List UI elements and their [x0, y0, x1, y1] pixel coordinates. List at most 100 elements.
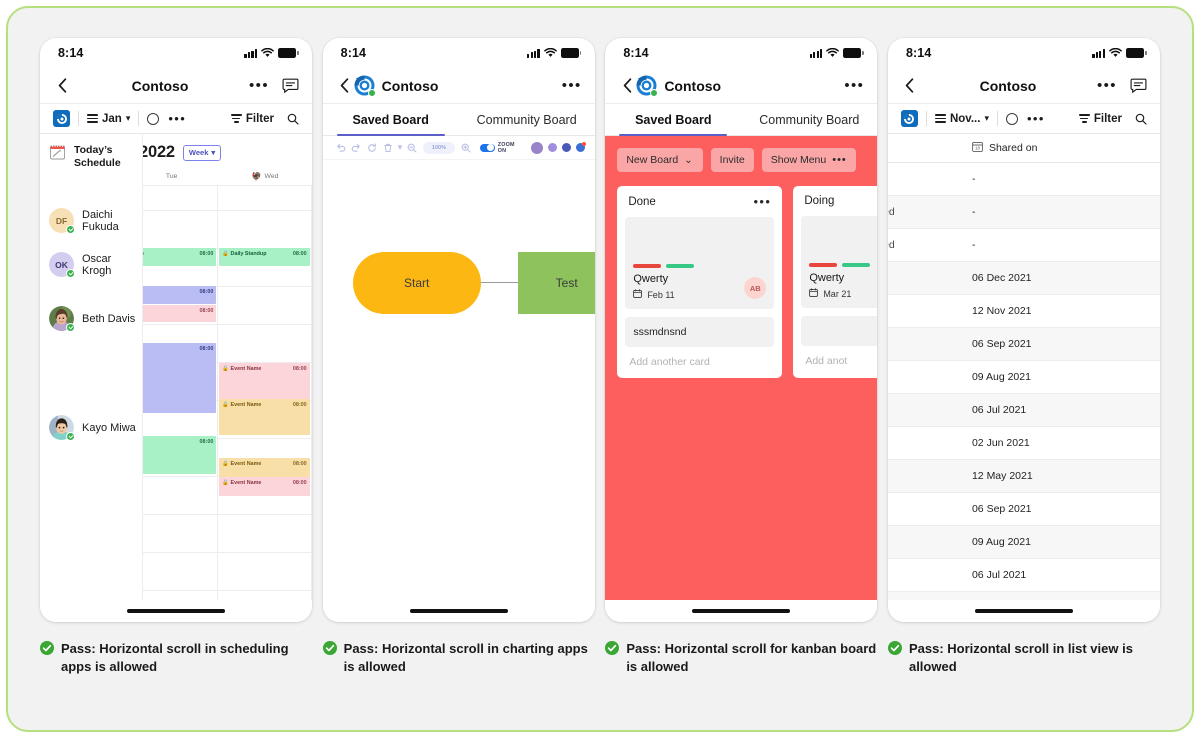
cell-status: Completed [888, 569, 972, 581]
search-icon[interactable] [1135, 113, 1147, 125]
calendar-event[interactable]: 🔒e 08:00 [143, 286, 217, 304]
tab-saved-board[interactable]: Saved Board [323, 104, 459, 136]
event-time: 08:00 [199, 345, 214, 352]
delete-icon[interactable] [380, 143, 396, 153]
calendar-event[interactable]: 🔒e 08:00 [143, 305, 217, 322]
table-row[interactable]: Completed 12 Nov 2021 [887, 295, 1160, 328]
invite-button[interactable]: Invite [710, 148, 754, 172]
calendar-event[interactable]: 🔒up 08:00 [143, 248, 217, 266]
table-row[interactable]: Completed 06 Sep 2021 [887, 328, 1160, 361]
kanban-columns[interactable]: Done ••• Qwerty Feb 11 AB sssmdnsnd Add … [605, 186, 878, 378]
list-item[interactable]: OK Oscar Krogh [40, 252, 142, 278]
cell-shared-on: - [971, 239, 976, 251]
table-row[interactable]: Completed 09 Aug 2021 [887, 526, 1160, 559]
filter-button[interactable]: Filter [1078, 113, 1122, 125]
list-view-body[interactable]: Status 18Shared on - To be shared - To b… [887, 134, 1160, 600]
event-title-group: 🔒 Daily Standup [222, 251, 266, 258]
view-menu-button[interactable]: Nov... ▾ [934, 113, 989, 125]
diagram-node-test[interactable]: Test [517, 252, 595, 314]
tab-saved-board[interactable]: Saved Board [605, 104, 741, 136]
kanban-note-card[interactable] [801, 316, 878, 346]
chevron-down-icon[interactable]: ▾ [396, 142, 404, 153]
kanban-column: Done ••• Qwerty Feb 11 AB sssmdnsnd Add … [617, 186, 783, 378]
zoom-level[interactable]: 100% [422, 141, 455, 154]
kanban-card[interactable]: Qwerty Mar 21 [801, 216, 878, 308]
list-item[interactable]: DF Daichi Fukuda [40, 208, 142, 234]
collaborator-avatar[interactable] [561, 143, 571, 152]
calendar-event[interactable]: 🔒 Daily Standup 08:00 [219, 248, 310, 266]
view-selector[interactable]: Week ▾ [182, 144, 222, 161]
phone-mockup-charting: 8:14 Contoso ••• Saved Board Community Bo… [322, 38, 595, 622]
add-another-card-button[interactable]: Add another card [625, 347, 774, 378]
chat-icon[interactable] [282, 78, 299, 94]
show-menu-button[interactable]: Show Menu ••• [761, 148, 856, 172]
more-options-button[interactable]: ••• [1097, 78, 1117, 93]
more-options-button[interactable]: ••• [844, 78, 864, 93]
teams-app-icon[interactable] [900, 110, 918, 127]
table-row[interactable]: Completed 02 Jun 2021 [887, 592, 1160, 600]
kanban-note-card[interactable]: sssmdnsnd [625, 317, 775, 347]
list-item[interactable]: Beth Davis [40, 306, 135, 332]
status-circle-icon[interactable] [1005, 112, 1018, 125]
back-button[interactable] [618, 78, 636, 93]
diagram-node-start[interactable]: Start [352, 252, 481, 314]
refresh-icon[interactable] [364, 142, 380, 153]
calendar-event[interactable]: 🔒e 08:00 [143, 436, 217, 474]
column-header-shared-on[interactable]: 18 Shared on [972, 141, 1112, 155]
calendar-event[interactable]: 🔒 Event Name 08:00 [219, 458, 310, 477]
status-circle-icon[interactable] [147, 112, 160, 125]
tab-community-board[interactable]: Community Board [741, 104, 877, 135]
diagram-canvas[interactable]: Start Test [322, 160, 595, 600]
status-bar: 8:14 [605, 38, 877, 68]
calendar-event[interactable]: 🔒 Event Name 08:00 [219, 363, 310, 399]
collaborator-avatar[interactable] [547, 143, 557, 152]
zoom-in-icon[interactable] [458, 143, 474, 153]
calendar-grid[interactable]: 2022 Week▾ Tue🦃Wed🍔Thur 🔒up 08:00 🔒e 08:… [143, 134, 312, 600]
status-bar-indicators [809, 48, 864, 58]
table-row[interactable]: - [887, 163, 1160, 196]
table-row[interactable]: Completed 02 Jun 2021 [887, 427, 1160, 460]
overflow-button[interactable]: ••• [168, 112, 186, 125]
table-row[interactable]: Completed 06 Sep 2021 [887, 493, 1160, 526]
card-labels [809, 262, 877, 267]
overflow-button[interactable]: ••• [1027, 112, 1045, 125]
zoom-out-icon[interactable] [404, 143, 420, 153]
zoom-toggle[interactable] [479, 143, 495, 152]
more-options-button[interactable]: ••• [562, 78, 582, 93]
table-row[interactable]: Completed 06 Jul 2021 [887, 559, 1160, 592]
undo-icon[interactable] [333, 143, 349, 153]
table-row[interactable]: To be shared - [887, 196, 1160, 229]
calendar-event[interactable]: 🔒 Event Name 08:00 [219, 477, 310, 496]
event-icon: 🔒 [222, 250, 230, 257]
column-header-status[interactable]: Status [888, 141, 972, 155]
filter-button[interactable]: Filter [230, 113, 274, 125]
list-item[interactable]: Kayo Miwa [40, 415, 136, 441]
more-options-button[interactable]: ••• [249, 78, 269, 93]
table-row[interactable]: Completed 06 Jul 2021 [887, 394, 1160, 427]
chat-icon[interactable] [1130, 78, 1147, 94]
kanban-body[interactable]: New Board ⌄ Invite Show Menu ••• Done ••• Qw… [605, 136, 878, 600]
column-menu-button[interactable]: ••• [753, 195, 771, 208]
caption-text: Pass: Horizontal scroll in list view is … [908, 641, 1133, 675]
tab-community-board[interactable]: Community Board [459, 104, 595, 135]
table-row[interactable]: Completed 06 Dec 2021 [887, 262, 1160, 295]
table-row[interactable]: Completed 12 May 2021 [887, 460, 1160, 493]
table-row[interactable]: Completed 09 Aug 2021 [887, 361, 1160, 394]
page-title: Contoso [131, 77, 189, 94]
new-board-button[interactable]: New Board ⌄ [617, 148, 703, 172]
calendar-event[interactable]: 🔒 Event Name 08:00 [219, 399, 310, 435]
teams-app-icon[interactable] [53, 110, 70, 127]
back-button[interactable] [901, 78, 919, 93]
back-button[interactable] [336, 78, 354, 93]
kanban-card[interactable]: Qwerty Feb 11 AB [625, 217, 775, 309]
cell-status: Completed [888, 338, 972, 350]
back-button[interactable] [53, 78, 71, 93]
collaborator-avatar[interactable] [575, 141, 587, 152]
search-icon[interactable] [287, 113, 299, 125]
collaborator-avatar[interactable] [530, 141, 543, 154]
view-menu-button[interactable]: Jan ▾ [87, 113, 130, 125]
redo-icon[interactable] [349, 143, 365, 153]
add-another-card-button[interactable]: Add anot [801, 346, 877, 377]
table-row[interactable]: To be shared - [887, 229, 1160, 262]
calendar-event[interactable]: 🔒e 08:00 [143, 343, 217, 413]
